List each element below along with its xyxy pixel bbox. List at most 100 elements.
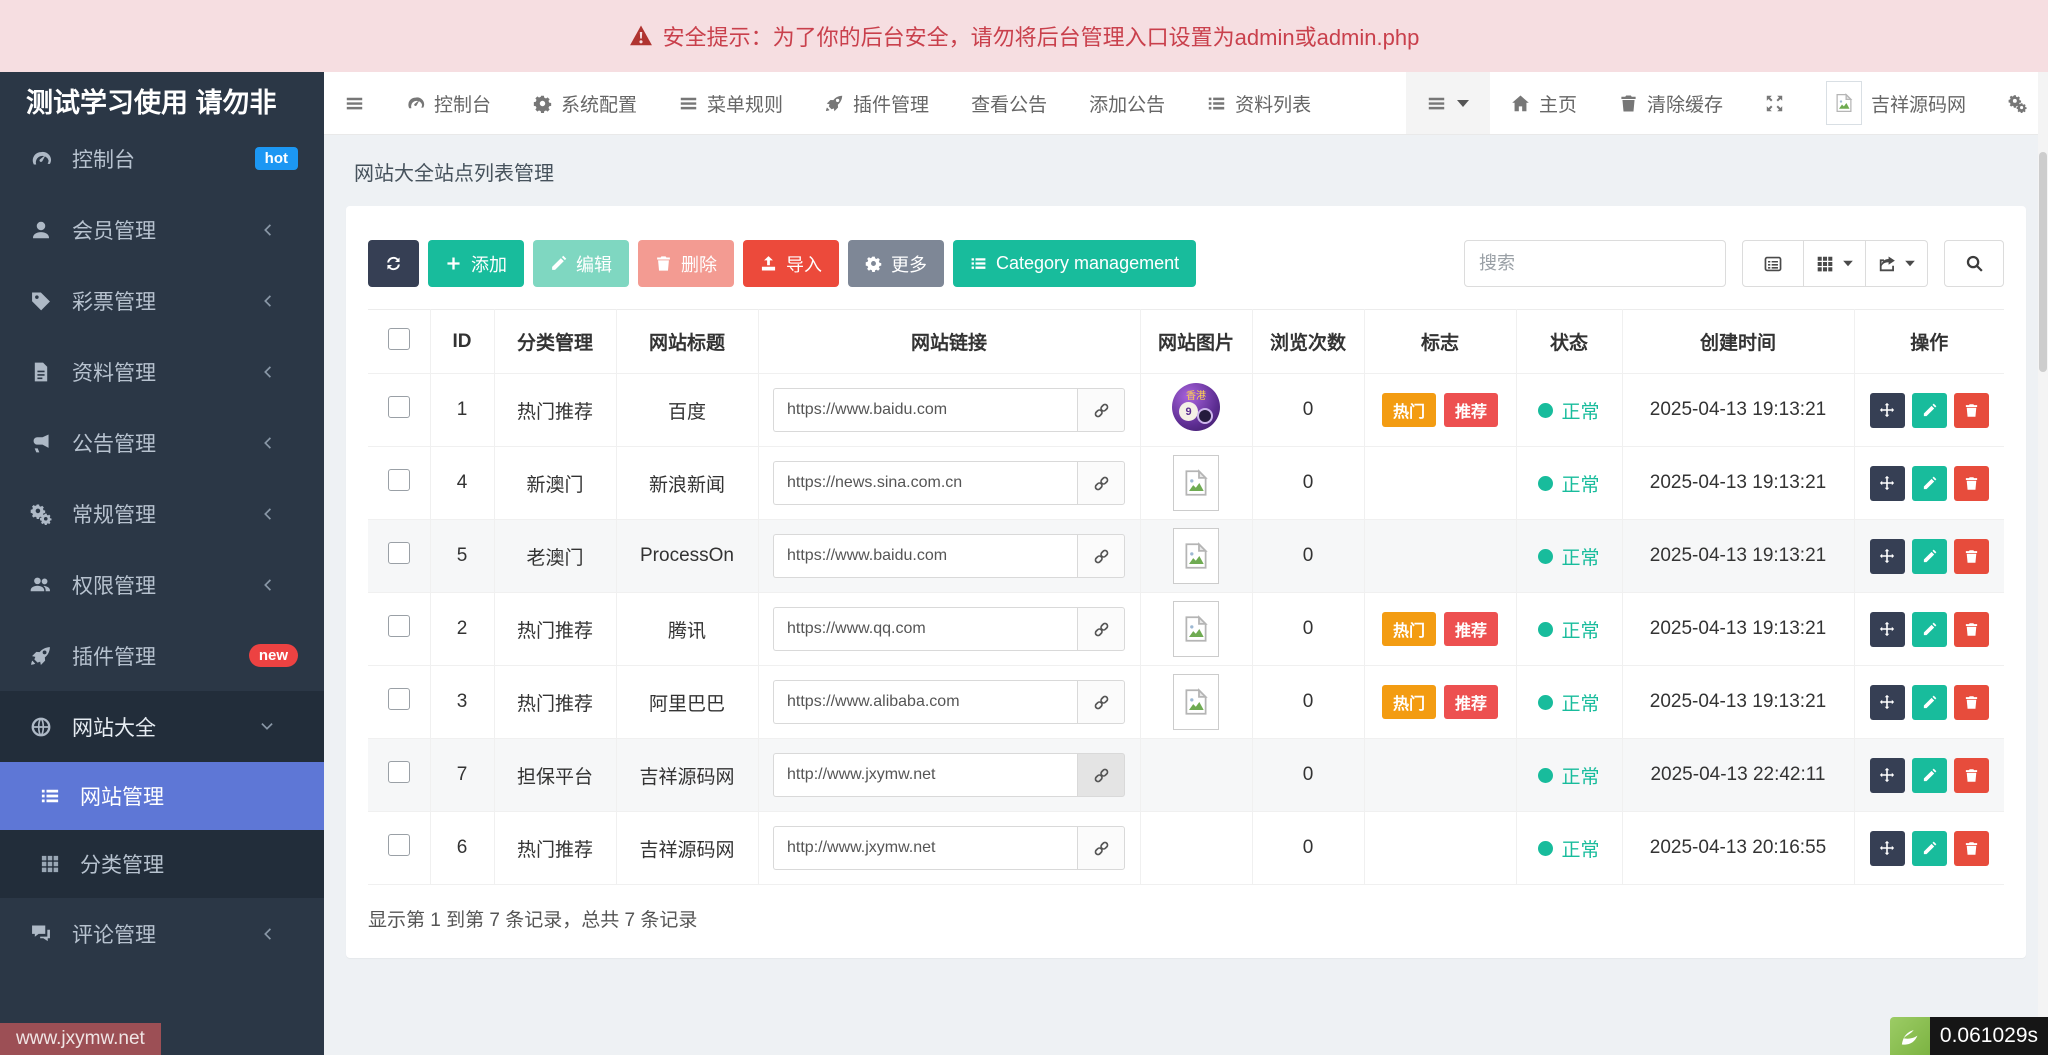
cell-views: 0 xyxy=(1252,374,1364,447)
sidebar-item-8[interactable]: 网站大全 xyxy=(0,691,324,762)
open-link-button[interactable] xyxy=(1077,753,1125,797)
nav-item-菜单规则[interactable]: 菜单规则 xyxy=(658,72,804,134)
url-input[interactable] xyxy=(773,388,1077,432)
more-button[interactable]: 更多 xyxy=(848,240,944,287)
url-input[interactable] xyxy=(773,826,1077,870)
url-input[interactable] xyxy=(773,607,1077,651)
chevron-left-icon xyxy=(252,364,282,380)
row-move-button[interactable] xyxy=(1870,393,1905,428)
open-link-button[interactable] xyxy=(1077,680,1125,724)
cell-views: 0 xyxy=(1252,447,1364,520)
columns-button[interactable] xyxy=(1804,240,1866,287)
row-delete-button[interactable] xyxy=(1954,393,1989,428)
nav-item-控制台[interactable]: 控制台 xyxy=(385,72,512,134)
row-edit-button[interactable] xyxy=(1912,393,1947,428)
open-link-button[interactable] xyxy=(1077,826,1125,870)
row-move-button[interactable] xyxy=(1870,685,1905,720)
category-management-button[interactable]: Category management xyxy=(953,240,1196,287)
nav-item-清除缓存[interactable]: 清除缓存 xyxy=(1598,72,1744,134)
edit-button[interactable]: 编辑 xyxy=(533,240,629,287)
toggle-view-button[interactable] xyxy=(1742,240,1804,287)
sidebar-item-2[interactable]: 彩票管理 xyxy=(0,265,324,336)
row-checkbox[interactable] xyxy=(388,396,410,418)
sidebar-item-5[interactable]: 常规管理 xyxy=(0,478,324,549)
row-edit-button[interactable] xyxy=(1912,831,1947,866)
add-button[interactable]: 添加 xyxy=(428,240,524,287)
nav-item-资料列表[interactable]: 资料列表 xyxy=(1186,72,1332,134)
row-edit-button[interactable] xyxy=(1912,685,1947,720)
table-row: 2热门推荐腾讯0热门推荐正常2025-04-13 19:13:21 xyxy=(368,593,2004,666)
sidebar-subitem-label: 网站管理 xyxy=(80,781,164,811)
row-move-button[interactable] xyxy=(1870,539,1905,574)
pencil-icon xyxy=(550,255,567,272)
row-edit-button[interactable] xyxy=(1912,758,1947,793)
url-input-group xyxy=(773,753,1125,797)
refresh-button[interactable] xyxy=(368,240,419,287)
scrollbar-thumb[interactable] xyxy=(2039,152,2047,372)
file-icon xyxy=(26,361,56,383)
sidebar-subitem-网站管理[interactable]: 网站管理 xyxy=(0,762,324,830)
url-input[interactable] xyxy=(773,461,1077,505)
open-link-button[interactable] xyxy=(1077,534,1125,578)
row-checkbox[interactable] xyxy=(388,542,410,564)
fullscreen-toggle[interactable] xyxy=(1744,72,1805,134)
row-checkbox[interactable] xyxy=(388,469,410,491)
table-row: 1热门推荐百度香港90热门推荐正常2025-04-13 19:13:21 xyxy=(368,374,2004,447)
table-row: 4新澳门新浪新闻0正常2025-04-13 19:13:21 xyxy=(368,447,2004,520)
chevron-left-icon xyxy=(252,293,282,309)
nav-dropdown[interactable] xyxy=(1406,72,1490,134)
url-input[interactable] xyxy=(773,680,1077,724)
nav-item-系统配置[interactable]: 系统配置 xyxy=(512,72,658,134)
row-edit-button[interactable] xyxy=(1912,539,1947,574)
sidebar-item-7[interactable]: 插件管理new xyxy=(0,620,324,691)
open-link-button[interactable] xyxy=(1077,388,1125,432)
url-input[interactable] xyxy=(773,534,1077,578)
chevron-left-icon xyxy=(252,577,282,593)
select-all-checkbox[interactable] xyxy=(388,328,410,350)
sidebar-item-4[interactable]: 公告管理 xyxy=(0,407,324,478)
nav-item-主页[interactable]: 主页 xyxy=(1490,72,1598,134)
row-delete-button[interactable] xyxy=(1954,612,1989,647)
open-link-button[interactable] xyxy=(1077,461,1125,505)
page-title: 网站大全站点列表管理 xyxy=(324,135,2048,206)
row-edit-button[interactable] xyxy=(1912,612,1947,647)
search-button[interactable] xyxy=(1944,240,2004,287)
nav-item-label: 清除缓存 xyxy=(1647,90,1723,117)
sidebar-item-1[interactable]: 会员管理 xyxy=(0,194,324,265)
nav-item-label: 资料列表 xyxy=(1235,90,1311,117)
search-input[interactable] xyxy=(1464,240,1726,287)
row-edit-button[interactable] xyxy=(1912,466,1947,501)
nav-item-插件管理[interactable]: 插件管理 xyxy=(804,72,950,134)
url-input[interactable] xyxy=(773,753,1077,797)
row-delete-button[interactable] xyxy=(1954,466,1989,501)
menu-toggle[interactable] xyxy=(324,72,385,134)
sidebar-item-6[interactable]: 权限管理 xyxy=(0,549,324,620)
cell-title: 百度 xyxy=(616,374,758,447)
row-move-button[interactable] xyxy=(1870,612,1905,647)
export-button[interactable] xyxy=(1866,240,1928,287)
user-menu[interactable]: 吉祥源码网 xyxy=(1805,72,1987,134)
import-button[interactable]: 导入 xyxy=(743,240,839,287)
row-checkbox[interactable] xyxy=(388,761,410,783)
delete-button[interactable]: 删除 xyxy=(638,240,734,287)
row-checkbox[interactable] xyxy=(388,688,410,710)
row-checkbox[interactable] xyxy=(388,834,410,856)
row-delete-button[interactable] xyxy=(1954,685,1989,720)
row-move-button[interactable] xyxy=(1870,831,1905,866)
open-link-button[interactable] xyxy=(1077,607,1125,651)
row-delete-button[interactable] xyxy=(1954,758,1989,793)
sidebar-subitem-分类管理[interactable]: 分类管理 xyxy=(0,830,324,898)
row-checkbox[interactable] xyxy=(388,615,410,637)
nav-item-添加公告[interactable]: 添加公告 xyxy=(1068,72,1186,134)
nav-item-查看公告[interactable]: 查看公告 xyxy=(950,72,1068,134)
rocket-icon xyxy=(825,94,844,113)
row-delete-button[interactable] xyxy=(1954,539,1989,574)
row-move-button[interactable] xyxy=(1870,758,1905,793)
row-move-button[interactable] xyxy=(1870,466,1905,501)
cell-id: 6 xyxy=(430,812,494,885)
sidebar-item-3[interactable]: 资料管理 xyxy=(0,336,324,407)
sidebar-item-9[interactable]: 评论管理 xyxy=(0,898,324,969)
nav-item-label: 主页 xyxy=(1539,90,1577,117)
row-delete-button[interactable] xyxy=(1954,831,1989,866)
scrollbar[interactable] xyxy=(2038,72,2048,1055)
